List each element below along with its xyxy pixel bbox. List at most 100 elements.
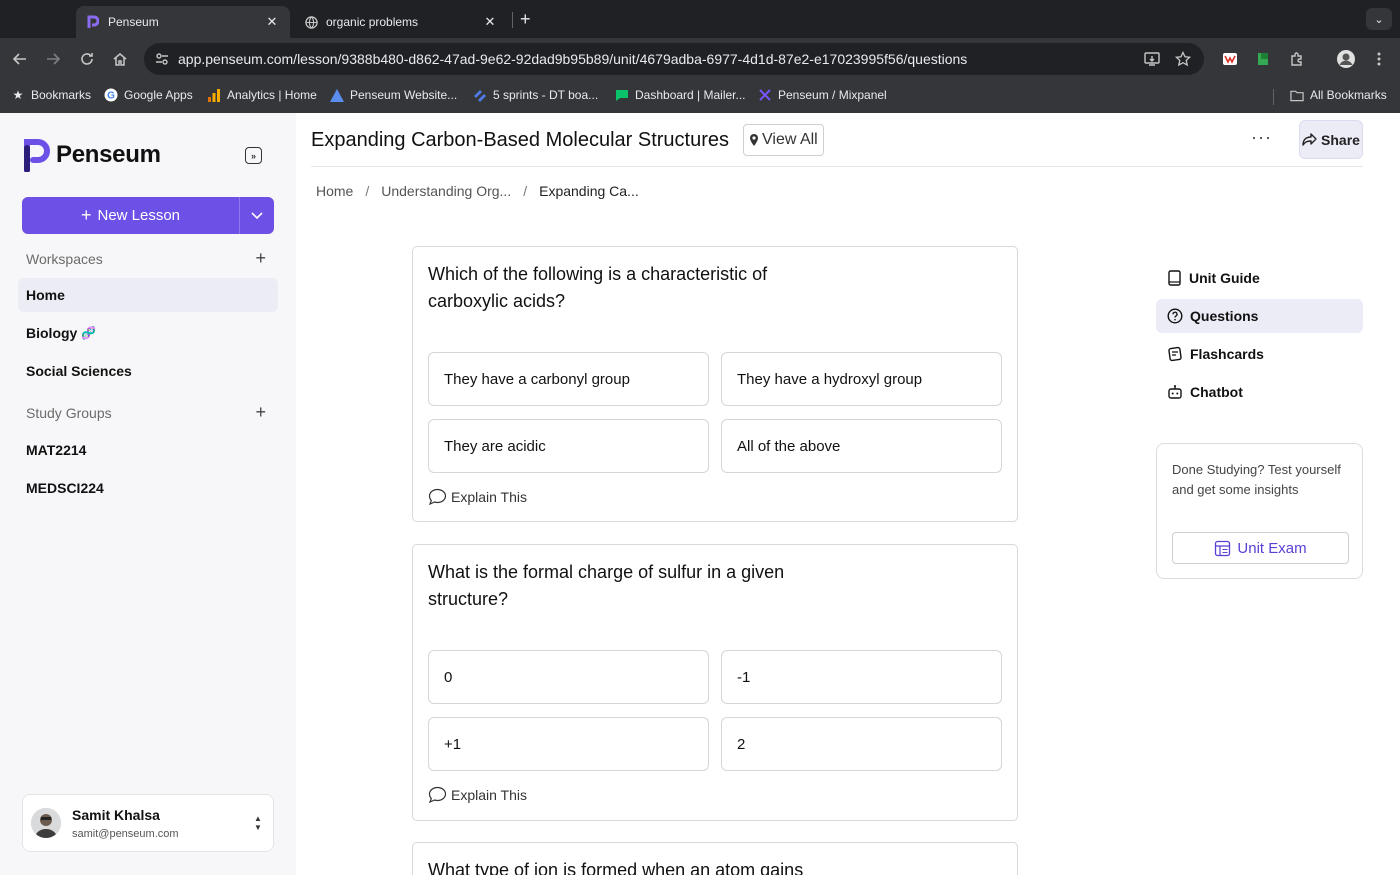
bookmark-item[interactable]: Penseum Website... <box>330 88 457 102</box>
map-pin-icon <box>750 134 758 146</box>
bookmark-item[interactable]: Dashboard | Mailer... <box>615 88 746 102</box>
nav-flashcards[interactable]: Flashcards <box>1156 337 1363 371</box>
account-switcher-icon[interactable]: ▲ ▼ <box>243 814 273 832</box>
extension-green-icon[interactable] <box>1252 48 1274 70</box>
profile-avatar-icon[interactable] <box>1335 48 1357 70</box>
chevron-down-icon <box>251 211 263 219</box>
sidebar-item-biology[interactable]: Biology 🧬 <box>18 316 278 350</box>
answer-option[interactable]: -1 <box>721 650 1002 704</box>
bookmarks-divider <box>1273 89 1274 105</box>
new-lesson-label: New Lesson <box>97 207 181 224</box>
nav-unit-guide[interactable]: Unit Guide <box>1156 261 1363 295</box>
view-all-button[interactable]: View All <box>743 124 824 156</box>
all-bookmarks-folder[interactable]: All Bookmarks <box>1290 88 1387 102</box>
home-icon[interactable] <box>109 48 131 70</box>
back-icon[interactable] <box>9 48 31 70</box>
bookmark-item[interactable]: ★ Bookmarks <box>11 88 91 102</box>
sidebar: Penseum » + New Lesson Workspaces + Home… <box>0 113 296 875</box>
breadcrumb-current: Expanding Ca... <box>539 183 639 199</box>
question-card: What is the formal charge of sulfur in a… <box>412 544 1018 821</box>
bookmarks-bar: ★ Bookmarks G Google Apps Analytics | Ho… <box>0 80 1400 113</box>
breadcrumb-home[interactable]: Home <box>316 183 353 199</box>
mailerlite-icon <box>615 88 629 102</box>
sprints-icon <box>473 88 487 102</box>
add-workspace-icon[interactable]: + <box>255 248 266 269</box>
question-card: What type of ion is formed when an atom … <box>412 842 1018 875</box>
share-button[interactable]: Share <box>1299 120 1363 159</box>
explain-this-button[interactable]: Explain This <box>428 786 527 804</box>
answer-option[interactable]: They have a hydroxyl group <box>721 352 1002 406</box>
bookmark-item[interactable]: G Google Apps <box>104 88 193 102</box>
question-card: Which of the following is a characterist… <box>412 246 1018 522</box>
nav-chatbot[interactable]: Chatbot <box>1156 375 1363 409</box>
new-tab-icon[interactable]: + <box>520 9 531 30</box>
sidebar-item-medsci224[interactable]: MEDSCI224 <box>18 471 278 505</box>
sidebar-item-home[interactable]: Home <box>18 278 278 312</box>
sidebar-item-mat2214[interactable]: MAT2214 <box>18 433 278 467</box>
study-groups-label: Study Groups <box>26 404 112 421</box>
bookmark-item[interactable]: Penseum / Mixpanel <box>758 88 887 102</box>
unit-exam-prompt: Done Studying? Test yourself and get som… <box>1172 462 1341 497</box>
answer-option[interactable]: 0 <box>428 650 709 704</box>
forward-icon[interactable] <box>42 48 64 70</box>
sidebar-item-social-sciences[interactable]: Social Sciences <box>18 354 278 388</box>
nav-questions[interactable]: Questions <box>1156 299 1363 333</box>
new-lesson-dropdown[interactable] <box>240 197 274 234</box>
question-circle-icon <box>1167 308 1183 324</box>
extensions-puzzle-icon[interactable] <box>1286 48 1308 70</box>
lesson-header: Expanding Carbon-Based Molecular Structu… <box>311 113 1363 167</box>
page-title: Expanding Carbon-Based Molecular Structu… <box>311 129 729 151</box>
app-logo[interactable]: Penseum <box>24 138 161 172</box>
new-lesson-button[interactable]: + New Lesson <box>22 197 274 234</box>
penseum-triangle-icon <box>330 88 344 102</box>
tab-search-chevron-icon[interactable]: ⌄ <box>1366 8 1392 30</box>
star-icon: ★ <box>12 88 24 102</box>
bookmark-item[interactable]: 5 sprints - DT boa... <box>473 88 598 102</box>
tab-title: Penseum <box>108 15 159 29</box>
unit-exam-button[interactable]: Unit Exam <box>1172 532 1349 564</box>
reload-icon[interactable] <box>76 48 98 70</box>
answer-option[interactable]: They are acidic <box>428 419 709 473</box>
url-text: app.penseum.com/lesson/9388b480-d862-47a… <box>178 51 968 67</box>
breadcrumb-unit[interactable]: Understanding Org... <box>381 183 511 199</box>
more-options-icon[interactable]: ··· <box>1251 127 1272 148</box>
answer-option[interactable]: 2 <box>721 717 1002 771</box>
globe-icon <box>304 15 318 29</box>
flashcards-icon <box>1168 346 1182 362</box>
close-tab-icon[interactable]: ✕ <box>482 14 498 30</box>
tab-organic-problems[interactable]: organic problems ✕ <box>294 6 508 38</box>
collapse-sidebar-icon[interactable]: » <box>245 147 262 164</box>
tab-divider <box>512 12 513 28</box>
site-settings-icon[interactable] <box>154 51 170 70</box>
tab-penseum[interactable]: Penseum ✕ <box>76 6 290 38</box>
bookmark-star-icon[interactable] <box>1174 50 1192 70</box>
exam-sheet-icon <box>1215 540 1231 556</box>
browser-menu-icon[interactable] <box>1368 48 1390 70</box>
answer-option[interactable]: +1 <box>428 717 709 771</box>
new-lesson-main[interactable]: + New Lesson <box>22 197 240 234</box>
mixpanel-icon <box>758 88 772 102</box>
study-groups-header: Study Groups + <box>26 402 266 423</box>
bookmark-item[interactable]: Analytics | Home <box>207 88 317 102</box>
breadcrumb-separator: / <box>523 183 528 199</box>
browser-chrome: Penseum ✕ organic problems ✕ + ⌄ app.pen… <box>0 0 1400 113</box>
penseum-logo-icon <box>24 139 50 172</box>
book-icon <box>1168 270 1181 286</box>
analytics-icon <box>207 88 221 102</box>
extension-red-icon[interactable] <box>1219 48 1241 70</box>
folder-icon <box>1290 88 1304 102</box>
avatar <box>31 808 61 838</box>
user-name: Samit Khalsa <box>72 806 160 823</box>
question-text: Which of the following is a characterist… <box>428 264 768 311</box>
google-icon: G <box>104 88 118 102</box>
add-study-group-icon[interactable]: + <box>255 402 266 423</box>
address-bar[interactable]: app.penseum.com/lesson/9388b480-d862-47a… <box>144 43 1204 75</box>
workspaces-label: Workspaces <box>26 250 103 267</box>
explain-this-button[interactable]: Explain This <box>428 488 527 506</box>
close-tab-icon[interactable]: ✕ <box>264 14 280 30</box>
answer-option[interactable]: All of the above <box>721 419 1002 473</box>
install-app-icon[interactable] <box>1144 51 1161 70</box>
user-profile-card[interactable]: Samit Khalsa samit@penseum.com ▲ ▼ <box>22 794 274 852</box>
answer-option[interactable]: They have a carbonyl group <box>428 352 709 406</box>
unit-exam-card: Done Studying? Test yourself and get som… <box>1156 443 1363 579</box>
